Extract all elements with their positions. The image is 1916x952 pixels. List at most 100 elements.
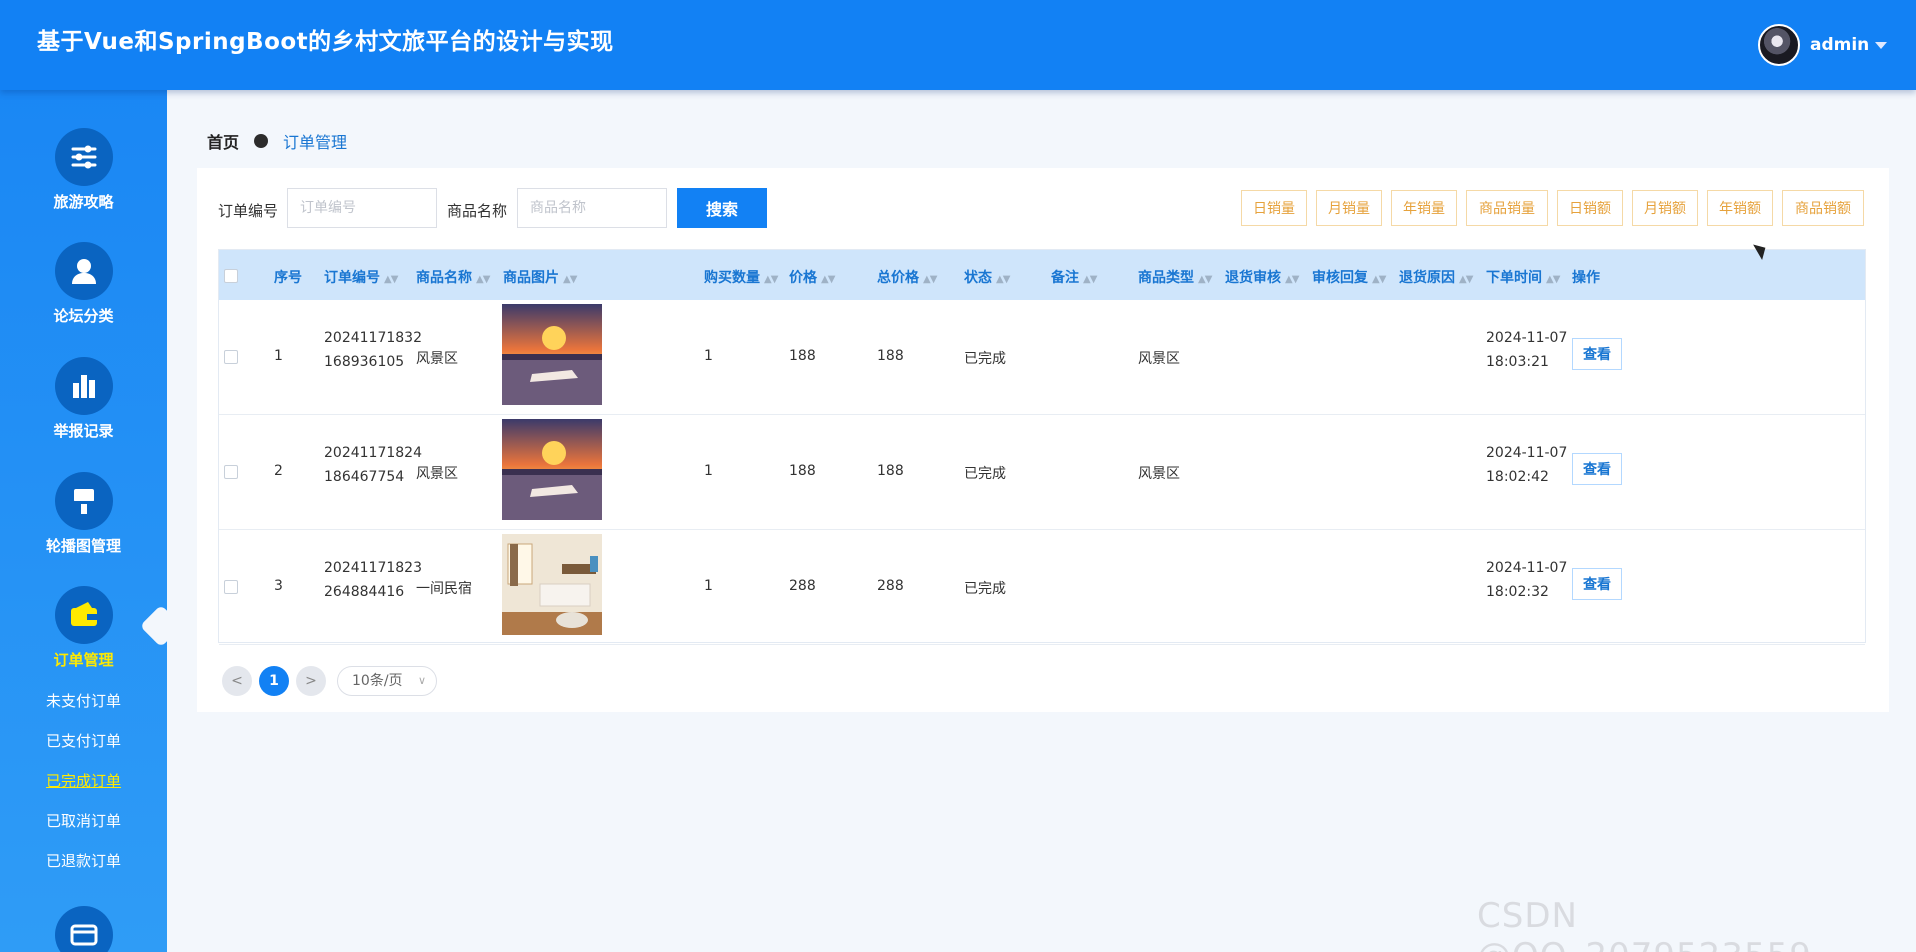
sidebar-item-forum-category[interactable]: 论坛分类 — [0, 242, 167, 326]
chevron-down-icon[interactable] — [1875, 41, 1888, 49]
cell-index: 2 — [274, 463, 283, 479]
column-header[interactable]: 商品图片 ▲▼ — [503, 267, 577, 287]
search-button[interactable]: 搜索 — [677, 188, 767, 228]
table-header: 序号 订单编号 ▲▼ 商品名称 ▲▼ 商品图片 ▲▼ 购买数量 ▲▼ 价格 ▲▼ 总价格 ▲… — [219, 250, 1865, 300]
sort-icon: ▲▼ — [384, 274, 398, 285]
column-header[interactable]: 总价格 ▲▼ — [877, 267, 937, 287]
table-row: 1 20241171832 168936105 风景区 1 188 188 已完成… — [219, 300, 1865, 415]
sidebar-item-carousel[interactable]: 轮播图管理 — [0, 472, 167, 556]
view-button[interactable]: 查看 — [1572, 568, 1622, 600]
current-page[interactable]: 1 — [259, 666, 289, 696]
sidebar-item-label: 举报记录 — [53, 422, 114, 440]
cell-status: 已完成 — [964, 581, 1006, 597]
submenu-cancelled-orders[interactable]: 已取消订单 — [0, 810, 167, 831]
cell-quantity: 1 — [704, 578, 713, 594]
cell-order-time: 2024-11-07 18:02:42 — [1486, 445, 1568, 485]
daily-sales-amount-button[interactable]: 日销额 — [1557, 190, 1623, 226]
select-all-checkbox[interactable] — [224, 269, 238, 283]
row-checkbox[interactable] — [224, 580, 238, 594]
yearly-sales-amount-button[interactable]: 年销额 — [1707, 190, 1773, 226]
product-sales-qty-button[interactable]: 商品销量 — [1466, 190, 1548, 226]
sort-icon: ▲▼ — [1546, 274, 1560, 285]
column-header[interactable]: 商品类型 ▲▼ — [1138, 267, 1212, 287]
sort-icon: ▲▼ — [1285, 274, 1299, 285]
column-header[interactable]: 下单时间 ▲▼ — [1486, 267, 1560, 287]
sidebar-item-report-records[interactable]: 举报记录 — [0, 357, 167, 441]
avatar[interactable] — [1758, 24, 1800, 66]
cell-product: 风景区 — [416, 466, 458, 482]
app-title: 基于Vue和SpringBoot的乡村文旅平台的设计与实现 — [37, 29, 614, 55]
submenu-unpaid-orders[interactable]: 未支付订单 — [0, 690, 167, 711]
product-image[interactable] — [502, 304, 602, 405]
page-size-value: 10条/页 — [352, 673, 403, 689]
row-checkbox[interactable] — [224, 350, 238, 364]
yearly-sales-qty-button[interactable]: 年销量 — [1391, 190, 1457, 226]
cell-total: 188 — [877, 348, 904, 364]
wallet-icon — [54, 586, 113, 644]
daily-sales-qty-button[interactable]: 日销量 — [1241, 190, 1307, 226]
column-header: 操作 — [1572, 270, 1600, 286]
submenu-refunded-orders[interactable]: 已退款订单 — [0, 850, 167, 871]
column-header[interactable]: 商品名称 ▲▼ — [416, 267, 490, 287]
cell-type: 风景区 — [1138, 351, 1180, 367]
brush-icon — [54, 472, 113, 530]
view-button[interactable]: 查看 — [1572, 453, 1622, 485]
cell-product: 一间民宿 — [416, 581, 472, 597]
chevron-down-icon: ∨ — [417, 674, 426, 687]
cell-total: 288 — [877, 578, 904, 594]
column-header[interactable]: 退货原因 ▲▼ — [1399, 267, 1473, 287]
column-header[interactable]: 退货审核 ▲▼ — [1225, 267, 1299, 287]
cell-price: 188 — [789, 463, 816, 479]
order-no-input[interactable] — [287, 188, 437, 228]
column-header[interactable]: 备注 ▲▼ — [1051, 267, 1097, 287]
product-name-input[interactable] — [517, 188, 667, 228]
product-image[interactable] — [502, 419, 602, 520]
cell-quantity: 1 — [704, 348, 713, 364]
breadcrumb: 首页 订单管理 — [207, 129, 347, 153]
breadcrumb-home[interactable]: 首页 — [207, 129, 239, 153]
product-name-label: 商品名称 — [447, 202, 508, 220]
table-row: 2 20241171824 186467754 风景区 1 188 188 已完成… — [219, 415, 1865, 530]
product-sales-amount-button[interactable]: 商品销额 — [1782, 190, 1864, 226]
orders-table: 序号 订单编号 ▲▼ 商品名称 ▲▼ 商品图片 ▲▼ 购买数量 ▲▼ 价格 ▲▼ 总价格 ▲… — [218, 249, 1866, 645]
cell-index: 3 — [274, 578, 283, 594]
sidebar-item-more[interactable] — [0, 906, 167, 952]
prev-page-button[interactable]: < — [222, 666, 252, 696]
cell-order-no: 20241171824 186467754 — [324, 445, 422, 485]
card-icon — [54, 906, 113, 952]
column-header[interactable]: 状态 ▲▼ — [964, 267, 1010, 287]
next-page-button[interactable]: > — [296, 666, 326, 696]
sort-icon: ▲▼ — [821, 274, 835, 285]
view-button[interactable]: 查看 — [1572, 338, 1622, 370]
product-image[interactable] — [502, 534, 602, 635]
column-header[interactable]: 购买数量 ▲▼ — [704, 267, 778, 287]
monthly-sales-amount-button[interactable]: 月销额 — [1632, 190, 1698, 226]
cell-quantity: 1 — [704, 463, 713, 479]
cell-total: 188 — [877, 463, 904, 479]
cell-price: 188 — [789, 348, 816, 364]
sidebar-item-label: 订单管理 — [53, 651, 114, 669]
sort-icon: ▲▼ — [764, 274, 778, 285]
cell-product: 风景区 — [416, 351, 458, 367]
submenu-paid-orders[interactable]: 已支付订单 — [0, 730, 167, 751]
sidebar-item-label: 论坛分类 — [53, 307, 114, 325]
cell-index: 1 — [274, 348, 283, 364]
user-icon — [54, 242, 113, 300]
cell-price: 288 — [789, 578, 816, 594]
sort-icon: ▲▼ — [563, 274, 577, 285]
order-no-label: 订单编号 — [218, 202, 279, 220]
user-name[interactable]: admin — [1810, 35, 1869, 55]
sliders-icon — [54, 128, 113, 186]
column-header[interactable]: 价格 ▲▼ — [789, 267, 835, 287]
column-header[interactable]: 订单编号 ▲▼ — [324, 267, 398, 287]
column-header[interactable]: 审核回复 ▲▼ — [1312, 267, 1386, 287]
cell-order-no: 20241171823 264884416 — [324, 560, 422, 600]
sort-icon: ▲▼ — [1198, 274, 1212, 285]
sidebar-item-label: 旅游攻略 — [53, 193, 114, 211]
row-checkbox[interactable] — [224, 465, 238, 479]
page-size-select[interactable]: 10条/页 ∨ — [337, 666, 437, 696]
sidebar-item-travel-guide[interactable]: 旅游攻略 — [0, 128, 167, 212]
submenu-completed-orders[interactable]: 已完成订单 — [0, 770, 167, 791]
monthly-sales-qty-button[interactable]: 月销量 — [1316, 190, 1382, 226]
user-menu[interactable]: admin — [1758, 24, 1888, 66]
